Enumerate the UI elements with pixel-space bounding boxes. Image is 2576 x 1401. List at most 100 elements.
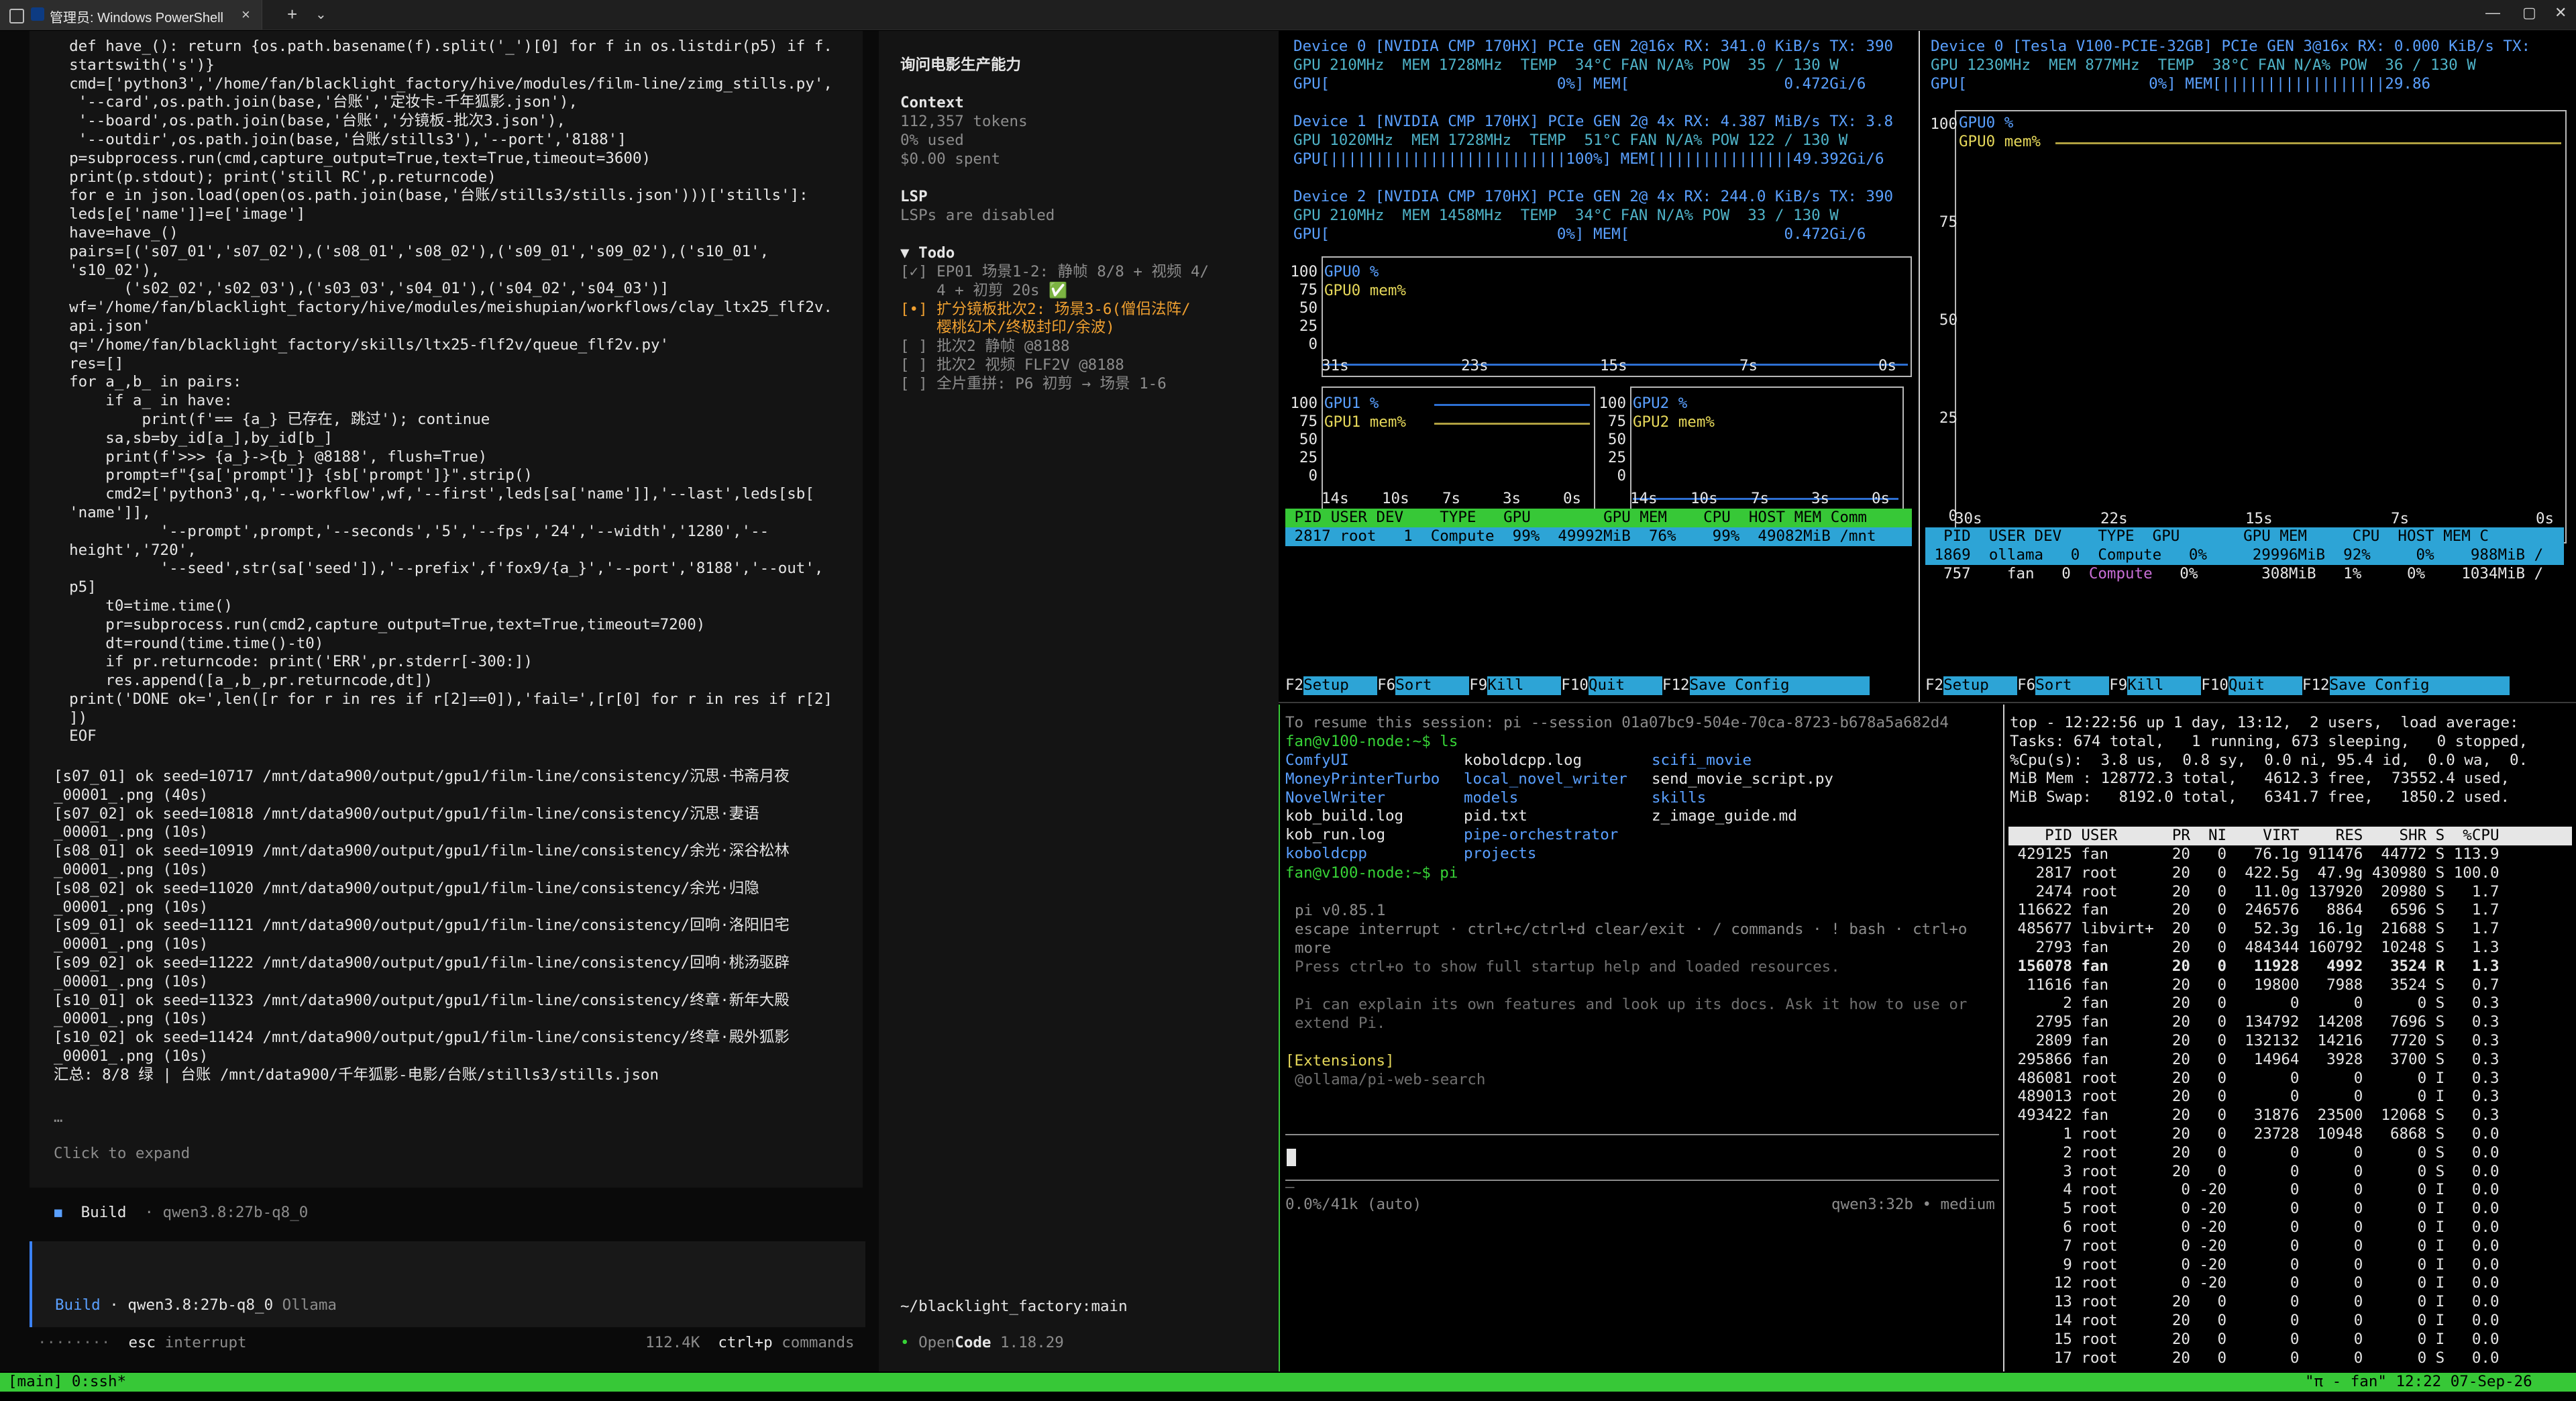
nvtop-pane-1: Device 0 [NVIDIA CMP 170HX] PCIe GEN 2@1… bbox=[1280, 31, 1917, 702]
process-row[interactable]: 2474 root 20 0 11.0g 137920 20980 S 1.7 bbox=[2008, 883, 2500, 902]
proc-field: Compute bbox=[2088, 564, 2153, 582]
y-tick-label: 0 bbox=[1948, 507, 1957, 525]
x-tick-label: 0s bbox=[1872, 490, 1890, 507]
result-line: [s08_02] ok seed=11020 /mnt/data900/outp… bbox=[54, 879, 759, 897]
build-label: Build bbox=[80, 1204, 127, 1221]
shield-icon bbox=[9, 9, 24, 23]
ls-entry: projects bbox=[1464, 845, 1537, 862]
gpu2-pct-label: GPU2 % bbox=[1633, 395, 1688, 412]
function-key-label[interactable]: Kill bbox=[2127, 676, 2202, 695]
tmux-window-list[interactable]: [main] 0:ssh* bbox=[8, 1373, 126, 1392]
function-key: F2 bbox=[1285, 676, 1304, 694]
process-row[interactable]: 489013 root 20 0 0 0 0 I 0.3 bbox=[2008, 1088, 2500, 1106]
process-row[interactable]: 295866 fan 20 0 14964 3928 3700 S 0.3 bbox=[2008, 1051, 2500, 1070]
proc-field: 0 bbox=[2043, 546, 2098, 564]
process-row[interactable]: 1 root 20 0 23728 10948 6868 S 0.0 bbox=[2008, 1125, 2499, 1144]
function-key-label[interactable]: Save Config bbox=[2329, 676, 2510, 695]
process-row[interactable]: 7 root 0 -20 0 0 0 I 0.0 bbox=[2008, 1237, 2499, 1256]
function-key-label[interactable]: Setup bbox=[1303, 676, 1378, 695]
top-summary-line: MiB Swap: 8192.0 total, 6341.7 free, 185… bbox=[2010, 788, 2510, 807]
code-line: ('s02_02','s02_03'),('s03_03','s04_01'),… bbox=[51, 280, 669, 298]
tab-powershell[interactable]: 管理员: Windows PowerShell × bbox=[0, 0, 262, 30]
function-key: F6 bbox=[2017, 676, 2036, 694]
gpu-process-row[interactable]: 757 fan 0 Compute 0% 308MiB 1% 0% 1034Mi… bbox=[1925, 565, 2564, 584]
x-tick-label: 22s bbox=[2100, 510, 2128, 527]
result-line: _00001_.png (10s) bbox=[54, 1047, 209, 1065]
process-row[interactable]: 12 root 0 -20 0 0 0 I 0.0 bbox=[2008, 1274, 2500, 1293]
session-title: 询问电影生产能力 bbox=[900, 56, 1022, 74]
process-row[interactable]: 2793 fan 20 0 484344 160792 10248 S 1.3 bbox=[2008, 939, 2500, 957]
function-key-label[interactable]: Sort bbox=[1395, 676, 1470, 695]
x-tick-label: 3s bbox=[1811, 490, 1830, 507]
tab-dropdown-button[interactable]: ⌄ bbox=[315, 6, 327, 23]
x-tick-label: 0s bbox=[1563, 490, 1582, 507]
process-row[interactable]: 4 root 0 -20 0 0 0 I 0.0 bbox=[2008, 1181, 2499, 1200]
code-line: have=have_() bbox=[51, 223, 178, 242]
process-row[interactable]: 156078 fan 20 0 11928 4992 3524 R 1.3 bbox=[2008, 957, 2500, 976]
process-row[interactable]: 17 root 20 0 0 0 0 S 0.0 bbox=[2008, 1349, 2500, 1368]
function-key-label[interactable]: Quit bbox=[2228, 676, 2302, 695]
process-row[interactable]: 429125 fan 20 0 76.1g 911476 44772 S 113… bbox=[2008, 845, 2500, 864]
window-close-button[interactable]: ✕ bbox=[2555, 4, 2567, 21]
ls-entry: scifi_movie bbox=[1652, 751, 1752, 769]
code-line: print(f'== {a_} 已存在, 跳过'); continue bbox=[51, 410, 490, 428]
result-line: [s09_02] ok seed=11222 /mnt/data900/outp… bbox=[54, 953, 790, 972]
process-row[interactable]: 15 root 20 0 0 0 0 I 0.0 bbox=[2008, 1331, 2500, 1349]
editor-cursor[interactable] bbox=[1287, 1149, 1296, 1166]
process-row[interactable]: 9 root 0 -20 0 0 0 I 0.0 bbox=[2008, 1256, 2499, 1275]
process-row[interactable]: 486081 root 20 0 0 0 0 I 0.3 bbox=[2008, 1070, 2500, 1088]
process-row[interactable]: 14 root 20 0 0 0 0 I 0.0 bbox=[2008, 1312, 2500, 1331]
code-line: if a_ in have: bbox=[51, 392, 233, 410]
context-tokens: 112,357 tokens bbox=[900, 113, 1028, 130]
gpu-process-row[interactable]: 1869 ollama 0 Compute 0% 29996MiB 92% 0%… bbox=[1925, 546, 2564, 565]
v100-gpu0-mem-label: GPU0 mem% bbox=[1959, 133, 2041, 150]
proc-field: Compute bbox=[2098, 546, 2162, 564]
prompt-input[interactable]: Build · qwen3.8:27b-q8_0 Ollama bbox=[30, 1241, 865, 1327]
function-key-label[interactable]: Quit bbox=[1588, 676, 1662, 695]
process-row[interactable]: 2809 fan 20 0 132132 14216 7720 S 0.3 bbox=[2008, 1032, 2500, 1051]
function-key: F12 bbox=[2302, 676, 2330, 694]
process-row[interactable]: 13 root 20 0 0 0 0 I 0.0 bbox=[2008, 1293, 2500, 1312]
code-line: p=subprocess.run(cmd,capture_output=True… bbox=[51, 149, 651, 167]
nvtop1-keybar: F2Setup F6Sort F9Kill F10Quit F12Save Config bbox=[1285, 676, 1912, 695]
function-key-label[interactable]: Kill bbox=[1487, 676, 1562, 695]
expand-link[interactable]: Click to expand bbox=[54, 1145, 190, 1163]
process-row[interactable]: 2 root 20 0 0 0 0 S 0.0 bbox=[2008, 1144, 2499, 1163]
top-summary: top - 12:22:56 up 1 day, 13:12, 2 users,… bbox=[2010, 714, 2528, 807]
new-tab-button[interactable]: + bbox=[287, 4, 297, 25]
function-key-label[interactable]: Sort bbox=[2035, 676, 2110, 695]
results-block: [s07_01] ok seed=10717 /mnt/data900/outp… bbox=[54, 768, 790, 1085]
proc-field: 0% bbox=[2161, 546, 2253, 564]
input-agent[interactable]: Build bbox=[55, 1296, 101, 1314]
todo-toggle[interactable]: ▼ Todo bbox=[900, 244, 955, 263]
x-tick-label: 0s bbox=[2536, 510, 2555, 527]
esc-key: esc bbox=[128, 1334, 156, 1351]
y-tick-label: 25 bbox=[1607, 449, 1626, 466]
code-line: '--prompt',prompt,'--seconds','5','--fps… bbox=[51, 522, 769, 540]
process-row[interactable]: 2795 fan 20 0 134792 14208 7696 S 0.3 bbox=[2008, 1013, 2500, 1032]
maximize-button[interactable]: ▢ bbox=[2522, 4, 2536, 21]
lsp-status: LSPs are disabled bbox=[900, 207, 1055, 224]
function-key: F10 bbox=[1561, 676, 1589, 694]
process-row[interactable]: 3 root 20 0 0 0 0 S 0.0 bbox=[2008, 1163, 2499, 1182]
process-row[interactable]: 6 root 0 -20 0 0 0 I 0.0 bbox=[2008, 1218, 2499, 1237]
process-row[interactable]: 485677 libvirt+ 20 0 52.3g 16.1g 21688 S… bbox=[2008, 920, 2500, 939]
process-row[interactable]: 2817 root 20 0 422.5g 47.9g 430980 S 100… bbox=[2008, 864, 2500, 883]
process-row[interactable]: 116622 fan 20 0 246576 8864 6596 S 1.7 bbox=[2008, 901, 2500, 920]
function-key-label[interactable]: Setup bbox=[1943, 676, 2018, 695]
ls-entry: koboldcpp bbox=[1285, 845, 1367, 862]
input-model[interactable]: · qwen3.8:27b-q8_0 bbox=[109, 1296, 273, 1314]
tab-close-icon[interactable]: × bbox=[241, 6, 250, 23]
function-key: F2 bbox=[1925, 676, 1944, 694]
code-line: if pr.returncode: print('ERR',pr.stderr[… bbox=[51, 653, 533, 671]
process-row[interactable]: 493422 fan 20 0 31876 23500 12068 S 0.3 bbox=[2008, 1106, 2500, 1125]
code-line: '--outdir',os.path.join(base,'台账/stills3… bbox=[51, 130, 627, 148]
y-tick-label: 25 bbox=[1939, 409, 1957, 427]
process-row[interactable]: 2 fan 20 0 0 0 0 S 0.3 bbox=[2008, 994, 2499, 1013]
process-row[interactable]: 5 root 0 -20 0 0 0 I 0.0 bbox=[2008, 1200, 2499, 1218]
function-key-label[interactable]: Save Config bbox=[1689, 676, 1870, 695]
x-tick-label: 14s bbox=[1630, 490, 1658, 507]
minimize-button[interactable]: — bbox=[2485, 4, 2500, 21]
nvtop1-proc-row[interactable]: 2817 root 1 Compute 99% 49992MiB 76% 99%… bbox=[1285, 527, 1912, 546]
process-row[interactable]: 11616 fan 20 0 19800 7988 3524 S 0.7 bbox=[2008, 976, 2499, 995]
